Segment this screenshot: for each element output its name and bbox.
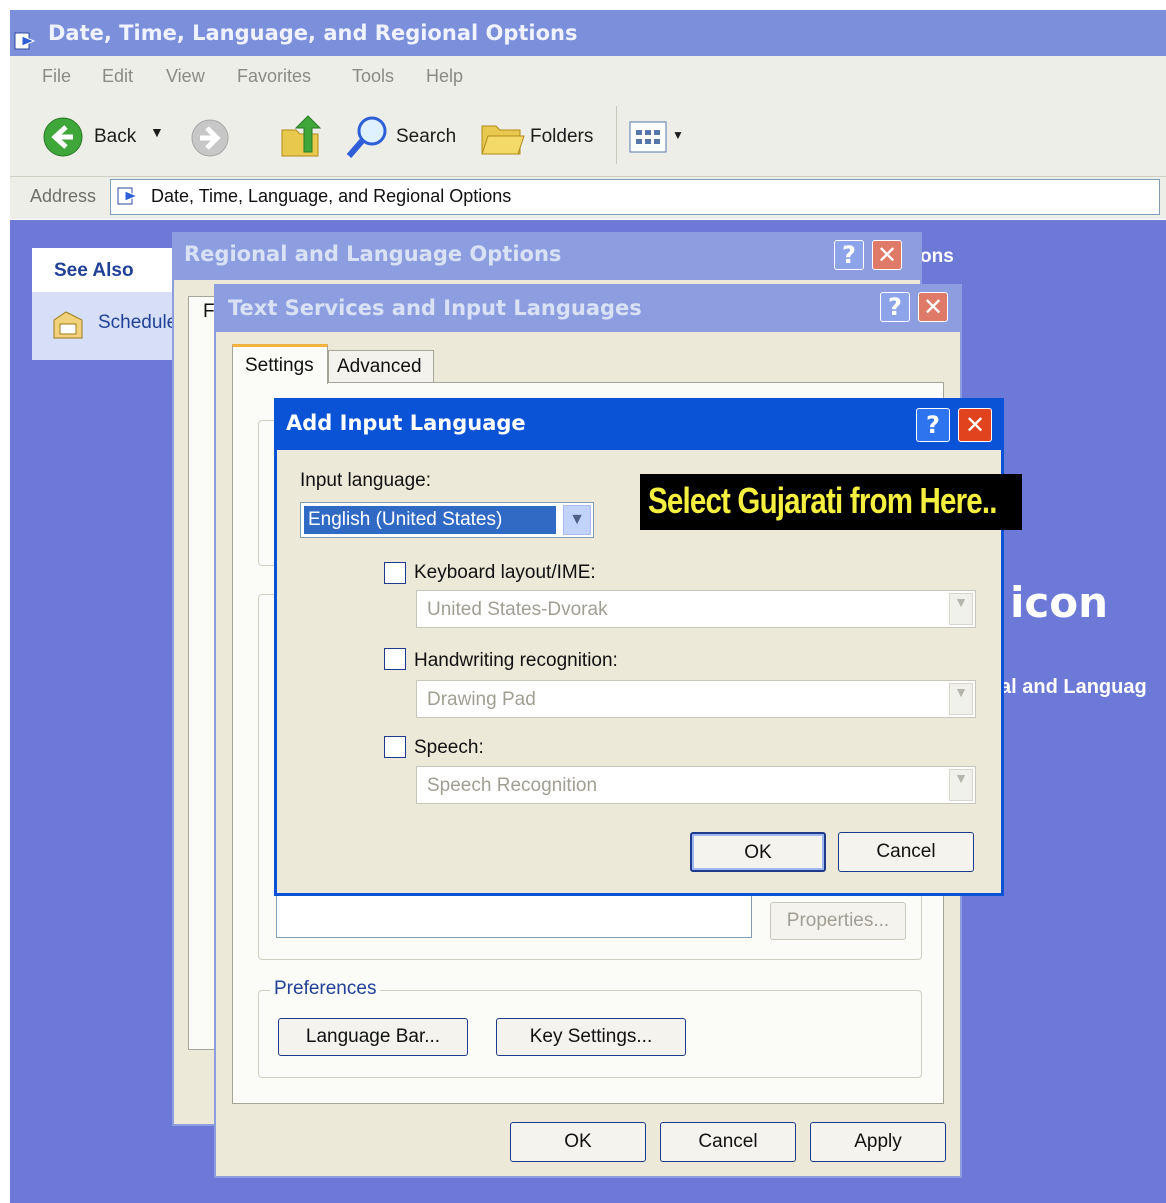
chevron-down-icon: ▼: [150, 124, 164, 140]
chevron-down-icon: ▼: [672, 128, 684, 142]
keyboard-layout-select[interactable]: United States-Dvorak ▼: [416, 590, 976, 628]
language-bar-button[interactable]: Language Bar...: [278, 1018, 468, 1056]
menu-bar: File Edit View Favorites Tools Help: [10, 56, 1166, 101]
up-folder-icon[interactable]: [280, 114, 324, 160]
input-language-select[interactable]: English (United States) ▼: [300, 502, 594, 538]
regional-dialog-title: Regional and Language Options: [184, 242, 562, 266]
keyboard-layout-checkbox[interactable]: [384, 562, 406, 584]
tab-advanced[interactable]: Advanced: [328, 350, 434, 382]
input-language-label: Input language:: [300, 470, 432, 491]
annotation-callout: Select Gujarati from Here..: [640, 474, 1022, 530]
search-icon: [346, 116, 387, 158]
forward-arrow-icon[interactable]: [190, 118, 230, 158]
back-button[interactable]: Back ▼: [42, 116, 164, 158]
views-icon: [629, 121, 667, 153]
tab-settings[interactable]: Settings: [232, 344, 328, 384]
ok-button[interactable]: OK: [510, 1122, 646, 1162]
scheduled-tasks-icon: [53, 311, 83, 339]
back-arrow-icon: [43, 117, 83, 157]
handwriting-label: Handwriting recognition:: [414, 650, 618, 671]
menu-tools[interactable]: Tools: [352, 66, 394, 87]
control-panel-icon: [117, 185, 139, 207]
input-language-value: English (United States): [304, 506, 556, 534]
speech-select[interactable]: Speech Recognition ▼: [416, 766, 976, 804]
bg-title-fragment: ons: [920, 246, 954, 267]
chevron-down-icon: ▼: [949, 593, 973, 625]
close-icon[interactable]: ✕: [958, 408, 992, 442]
explorer-title-bar: Date, Time, Language, and Regional Optio…: [10, 10, 1166, 56]
address-input[interactable]: Date, Time, Language, and Regional Optio…: [110, 179, 1160, 215]
add-input-title-bar: Add Input Language ? ✕: [274, 398, 1004, 450]
explorer-title: Date, Time, Language, and Regional Optio…: [48, 21, 578, 45]
see-also-heading: See Also: [54, 260, 134, 281]
text-services-title-bar: Text Services and Input Languages ? ✕: [214, 284, 962, 332]
see-also-schedule-link[interactable]: Schedule: [52, 308, 182, 342]
search-button[interactable]: Search: [344, 114, 464, 160]
add-input-ok-button[interactable]: OK: [690, 832, 826, 872]
help-icon[interactable]: ?: [834, 240, 864, 270]
chevron-down-icon: ▼: [949, 769, 973, 801]
menu-favorites[interactable]: Favorites: [237, 66, 311, 87]
see-also-header: See Also: [32, 248, 194, 292]
annotation-text: Select Gujarati from Here..: [648, 480, 997, 521]
apply-button[interactable]: Apply: [810, 1122, 946, 1162]
speech-label: Speech:: [414, 737, 484, 758]
close-icon[interactable]: ✕: [918, 292, 948, 322]
folders-button[interactable]: Folders: [480, 114, 610, 160]
handwriting-checkbox[interactable]: [384, 648, 406, 670]
preferences-label: Preferences: [270, 978, 381, 1000]
views-button[interactable]: ▼: [628, 118, 694, 158]
speech-checkbox[interactable]: [384, 736, 406, 758]
key-settings-button[interactable]: Key Settings...: [496, 1018, 686, 1056]
keyboard-layout-label: Keyboard layout/IME:: [414, 562, 596, 583]
menu-help[interactable]: Help: [426, 66, 463, 87]
help-icon[interactable]: ?: [880, 292, 910, 322]
regional-tab-fragment[interactable]: F: [203, 301, 215, 323]
close-icon[interactable]: ✕: [872, 240, 902, 270]
add-input-title: Add Input Language: [286, 411, 526, 435]
properties-button[interactable]: Properties...: [770, 902, 906, 940]
bg-subtitle-fragment: al and Languag: [1000, 676, 1147, 698]
address-value: Date, Time, Language, and Regional Optio…: [151, 186, 512, 206]
toolbar-separator: [616, 106, 617, 164]
chevron-down-icon: ▼: [949, 683, 973, 715]
menu-file[interactable]: File: [42, 66, 71, 87]
cancel-button[interactable]: Cancel: [660, 1122, 796, 1162]
folders-icon: [481, 125, 525, 155]
chevron-down-icon: ▼: [563, 505, 591, 535]
address-label: Address: [30, 186, 97, 206]
menu-edit[interactable]: Edit: [102, 66, 133, 87]
regional-dialog-title-bar: Regional and Language Options ? ✕: [172, 232, 922, 280]
add-input-cancel-button[interactable]: Cancel: [838, 832, 974, 872]
control-panel-icon: [14, 22, 36, 50]
help-icon[interactable]: ?: [916, 408, 950, 442]
menu-view[interactable]: View: [166, 66, 205, 87]
handwriting-select[interactable]: Drawing Pad ▼: [416, 680, 976, 718]
toolbar: Back ▼ Search Folders ▼: [10, 100, 1166, 177]
text-services-title: Text Services and Input Languages: [228, 296, 642, 320]
bg-icon-fragment: icon: [1010, 578, 1109, 627]
